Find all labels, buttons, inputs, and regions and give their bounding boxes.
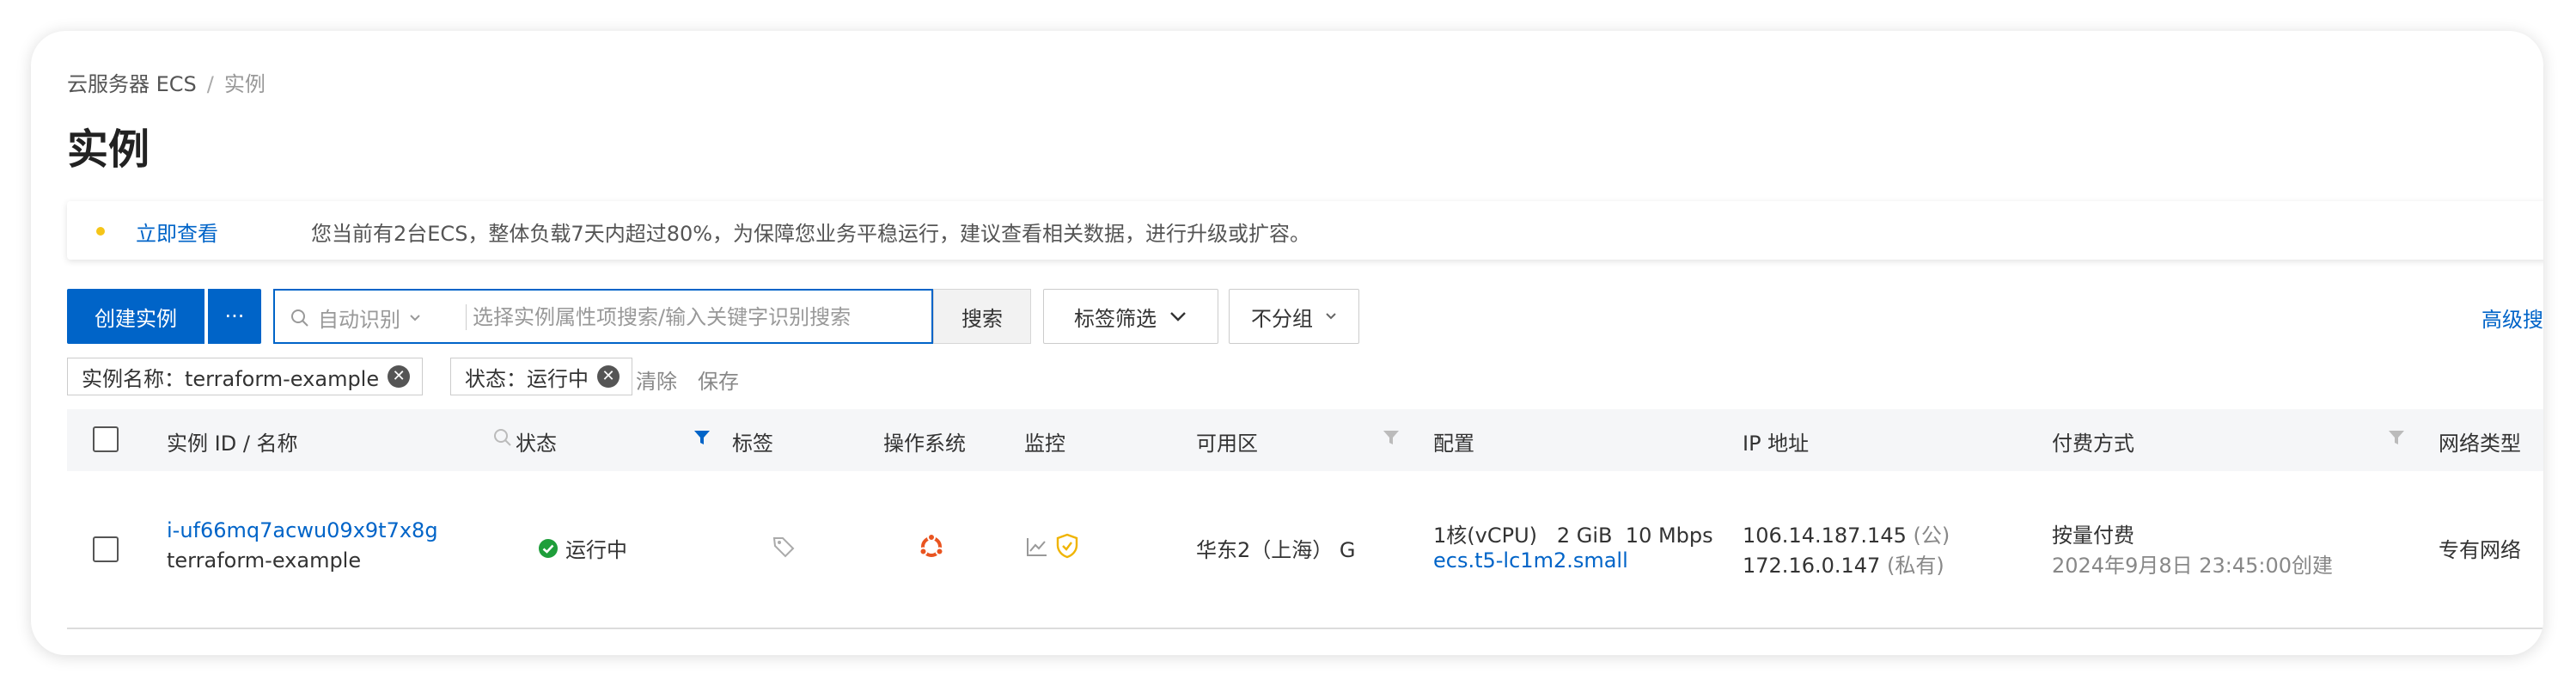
header-monitor: 监控 bbox=[1024, 432, 1065, 456]
tag-icon[interactable] bbox=[772, 535, 796, 559]
status-label: 运行中 bbox=[565, 538, 627, 562]
header-instance-id: 实例 ID / 名称 bbox=[167, 432, 298, 456]
search-input[interactable] bbox=[471, 297, 921, 337]
filter-chip-name-label: 实例名称：terraform-example bbox=[82, 366, 380, 391]
config-spec: 1核(vCPU) 2 GiB 10 Mbps bbox=[1433, 518, 1713, 548]
group-select[interactable]: 不分组 bbox=[1229, 289, 1359, 344]
billing-method: 按量付费 bbox=[2052, 524, 2134, 548]
search-icon bbox=[291, 309, 308, 327]
security-shield-icon[interactable] bbox=[1055, 533, 1079, 559]
zone-value: 华东2（上海） G bbox=[1196, 538, 1356, 562]
instance-type-link[interactable]: ecs.t5-lc1m2.small bbox=[1433, 548, 1628, 573]
chevron-down-icon bbox=[410, 314, 420, 321]
ip-public-value[interactable]: 106.14.187.145 bbox=[1743, 524, 1907, 548]
chart-line-icon[interactable] bbox=[1026, 536, 1048, 557]
clear-filters-button[interactable]: 清除 bbox=[636, 364, 677, 395]
filter-icon[interactable] bbox=[2387, 428, 2406, 447]
chevron-down-icon bbox=[1326, 313, 1336, 320]
instance-id-link[interactable]: i-uf66mq7acwu09x9t7x8g bbox=[167, 518, 438, 542]
group-label: 不分组 bbox=[1251, 306, 1313, 331]
status-cell: 运行中 bbox=[538, 533, 627, 563]
filter-icon[interactable] bbox=[693, 428, 711, 447]
filter-chip-name: 实例名称：terraform-example ✕ bbox=[67, 358, 424, 395]
header-zone: 可用区 bbox=[1196, 432, 1258, 456]
search-button[interactable]: 搜索 bbox=[933, 289, 1031, 344]
search-mode-label: 自动识别 bbox=[318, 308, 400, 332]
search-icon[interactable] bbox=[493, 428, 512, 447]
search-divider bbox=[466, 304, 467, 330]
ip-private: 172.16.0.147 (私有) bbox=[1743, 548, 1944, 579]
header-status: 状态 bbox=[516, 432, 557, 456]
page-title: 实例 bbox=[67, 126, 150, 174]
instances-page: 云服务器 ECS / 实例 实例 立即查看 您当前有2台ECS，整体负载7天内超过8… bbox=[31, 31, 2543, 655]
remove-filter-icon[interactable]: ✕ bbox=[388, 365, 411, 388]
instance-search-box: 自动识别 bbox=[273, 289, 933, 344]
header-os: 操作系统 bbox=[883, 432, 966, 456]
instance-name: terraform-example bbox=[167, 548, 362, 573]
select-all-checkbox[interactable] bbox=[93, 426, 119, 452]
filter-icon[interactable] bbox=[1382, 428, 1401, 447]
table-row: i-uf66mq7acwu09x9t7x8g terraform-example… bbox=[67, 471, 2543, 629]
table-header: 实例 ID / 名称 状态 标签 操作系统 监控 可用区 配置 IP 地址 付费… bbox=[67, 409, 2543, 472]
ip-private-tag: (私有) bbox=[1886, 554, 1944, 578]
save-filters-button[interactable]: 保存 bbox=[698, 364, 739, 395]
filter-chip-status-label: 状态：运行中 bbox=[465, 366, 589, 391]
ip-public: 106.14.187.145 (公) bbox=[1743, 518, 1950, 548]
tag-filter-button[interactable]: 标签筛选 bbox=[1043, 289, 1218, 344]
header-tags: 标签 bbox=[732, 432, 773, 456]
warning-dot-icon bbox=[96, 227, 105, 236]
ip-public-tag: (公) bbox=[1913, 524, 1950, 548]
config-bandwidth: 10 Mbps bbox=[1625, 524, 1713, 548]
breadcrumb-separator: / bbox=[206, 72, 214, 96]
tag-filter-label: 标签筛选 bbox=[1074, 306, 1157, 331]
advanced-search-link[interactable]: 高级搜 bbox=[2481, 303, 2543, 333]
row-checkbox[interactable] bbox=[93, 536, 119, 562]
config-mem: 2 GiB bbox=[1556, 524, 1613, 548]
load-notice-banner: 立即查看 您当前有2台ECS，整体负载7天内超过80%，为保障您业务平稳运行，建… bbox=[67, 201, 2543, 260]
network-type: 专有网络 bbox=[2439, 538, 2521, 562]
created-time: 2024年9月8日 23:45:00创建 bbox=[2052, 554, 2334, 578]
ubuntu-os-icon bbox=[919, 533, 944, 557]
header-network: 网络类型 bbox=[2439, 432, 2521, 456]
config-cpu: 1核(vCPU) bbox=[1433, 524, 1537, 548]
check-circle-icon bbox=[539, 538, 558, 558]
chevron-down-icon bbox=[1170, 312, 1186, 322]
header-billing: 付费方式 bbox=[2052, 432, 2134, 456]
header-config: 配置 bbox=[1433, 432, 1474, 456]
header-ip: IP 地址 bbox=[1743, 432, 1810, 456]
search-mode-select[interactable]: 自动识别 bbox=[290, 303, 421, 333]
filter-chip-status: 状态：运行中 ✕ bbox=[450, 358, 632, 395]
remove-filter-icon[interactable]: ✕ bbox=[597, 365, 620, 388]
create-instance-button[interactable]: 创建实例 bbox=[67, 289, 204, 344]
breadcrumb-parent[interactable]: 云服务器 ECS bbox=[67, 72, 197, 96]
breadcrumb-current: 实例 bbox=[223, 72, 266, 96]
notice-message: 您当前有2台ECS，整体负载7天内超过80%，为保障您业务平稳运行，建议查看相关… bbox=[311, 222, 1311, 246]
ip-private-value[interactable]: 172.16.0.147 bbox=[1743, 554, 1880, 578]
breadcrumb: 云服务器 ECS / 实例 bbox=[67, 67, 266, 97]
more-actions-button[interactable]: ··· bbox=[208, 289, 261, 344]
view-now-link[interactable]: 立即查看 bbox=[136, 217, 218, 247]
